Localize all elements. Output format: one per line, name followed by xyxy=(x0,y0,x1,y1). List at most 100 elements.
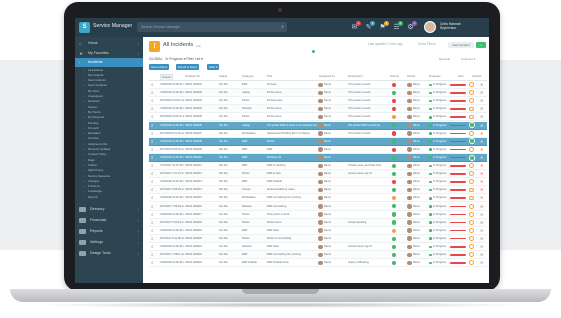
clock-icon[interactable] xyxy=(469,90,474,96)
search-icon[interactable]: ⌕ xyxy=(151,147,154,153)
sidebar-item-financials[interactable]: Financials › xyxy=(75,215,143,226)
export-chip[interactable]: Export to Excel xyxy=(176,64,199,70)
incident-id[interactable]: INC01-000004 xyxy=(185,105,218,113)
table-row[interactable]: ⌕ 7/26/2019 10:02:36 amINC01-000015Not Se… xyxy=(149,194,487,203)
column-search-field[interactable]: Search xyxy=(160,73,174,81)
user-avatar[interactable] xyxy=(424,21,436,33)
search-icon[interactable]: ⌕ xyxy=(151,123,154,129)
search-icon[interactable]: ⌕ xyxy=(151,179,154,185)
edit-icon[interactable]: ✎ 3 xyxy=(363,21,375,33)
clock-icon[interactable] xyxy=(469,138,475,145)
user-info[interactable]: Chris Hannah Supervisor xyxy=(440,22,461,30)
search-icon[interactable]: ⌕ xyxy=(151,260,154,266)
column-header-assigned[interactable]: Assigned To xyxy=(319,73,335,80)
gear-icon[interactable]: ⚙ 1 xyxy=(405,21,417,33)
search-icon[interactable]: ⌕ xyxy=(281,22,284,32)
add-button[interactable]: + xyxy=(476,42,486,48)
sidebar-item-incidents[interactable]: ! Incidents › xyxy=(75,58,143,67)
delete-icon[interactable]: ✕ xyxy=(480,251,483,259)
table-row[interactable]: ⌕ 7/26/2019 10:02:36 amINC01-000006Not Se… xyxy=(149,121,487,130)
table-row[interactable]: ⌕ 6/27/2017 8:11:08 am INC01-000020 Not Set… xyxy=(149,234,487,243)
clock-icon[interactable] xyxy=(469,228,474,233)
column-header-sla[interactable]: SLA xyxy=(458,73,463,80)
column-header-description[interactable]: Description xyxy=(348,73,362,80)
delete-icon[interactable]: ✕ xyxy=(480,170,483,178)
clock-icon[interactable] xyxy=(469,203,474,209)
sidebar-item-my-favorites[interactable]: ★ My Favorites › xyxy=(75,49,143,58)
clock-icon[interactable] xyxy=(469,130,474,136)
clock-icon[interactable] xyxy=(469,236,474,241)
search-icon[interactable]: ⌕ xyxy=(151,220,154,226)
incident-id[interactable]: INC01-000013 xyxy=(185,178,218,186)
search-icon[interactable]: ⌕ xyxy=(151,204,154,210)
clock-icon[interactable] xyxy=(469,244,474,250)
table-row[interactable]: ⌕ 6/27/2019 8:11:30 am INC01-000007 Not Set… xyxy=(149,129,487,138)
delete-icon[interactable]: ✕ xyxy=(480,186,483,194)
delete-icon[interactable]: ✕ xyxy=(480,162,483,170)
search-icon[interactable]: ⌕ xyxy=(151,98,154,104)
incident-id[interactable]: INC01-000019 xyxy=(185,227,218,235)
clock-icon[interactable] xyxy=(469,211,474,217)
clock-icon[interactable] xyxy=(469,82,474,88)
table-row[interactable]: ⌕ 7/26/2019 10:02:36 amINC01-000002Not Se… xyxy=(149,89,487,98)
delete-icon[interactable]: ✕ xyxy=(480,105,483,113)
incident-id[interactable]: INC01-000015 xyxy=(185,194,218,202)
column-header-created[interactable]: Created On xyxy=(185,73,200,80)
clock-icon[interactable] xyxy=(469,195,474,201)
delete-icon[interactable]: ✕ xyxy=(480,97,483,105)
incident-id[interactable]: INC01-000011 xyxy=(185,162,218,170)
filter-line[interactable]: GLOBAL · In Progress ▾ Filter List ▾ xyxy=(149,57,203,61)
table-row[interactable]: ⌕ 6/27/2017 7:08:11 am INC01-000022 Not Set… xyxy=(149,251,487,260)
incident-id[interactable]: INC01-000008 xyxy=(185,138,218,146)
search-icon[interactable]: ⌕ xyxy=(151,114,154,120)
sidebar-item-settings[interactable]: Settings › xyxy=(75,237,143,248)
clock-icon[interactable] xyxy=(469,147,474,152)
table-row[interactable]: ⌕ 6/27/2019 3:00:11 am INC01-000003 Not Set… xyxy=(149,97,487,106)
table-row[interactable]: ⌕ 6/27/2017 7:41:07 am INC01-000012 Not Set… xyxy=(149,170,487,179)
clock-icon[interactable] xyxy=(469,106,474,112)
table-row[interactable]: ⌕ 7/27/2017 10:07:49 amINC01-000011Not Se… xyxy=(149,162,487,171)
search-icon[interactable]: ⌕ xyxy=(151,195,154,201)
column-header-category[interactable]: Category xyxy=(242,73,254,80)
clock-icon[interactable] xyxy=(469,219,474,225)
mail-icon[interactable]: ✉ 1 xyxy=(349,21,361,33)
delete-icon[interactable]: ✕ xyxy=(480,81,483,89)
search-icon[interactable]: ⌕ xyxy=(151,171,154,177)
incident-id[interactable]: INC01-000001 xyxy=(185,81,218,89)
search-icon[interactable]: ⌕ xyxy=(151,131,154,137)
menu-icon[interactable]: ☰ 4 xyxy=(391,21,403,33)
incident-id[interactable]: INC01-000018 xyxy=(185,219,218,227)
records-link[interactable]: Records xyxy=(439,57,450,61)
table-row[interactable]: ⌕ 6/27/2017 9:06:29 am INC01-000014 Not Set… xyxy=(149,186,487,195)
clock-icon[interactable] xyxy=(469,122,475,129)
incident-id[interactable]: INC01-000010 xyxy=(185,154,218,162)
table-row[interactable]: ⌕ 7/26/2019 10:02:36 amINC01-000017Not Se… xyxy=(149,210,487,219)
column-header-actions[interactable]: Actions xyxy=(472,73,481,80)
delete-icon[interactable]: ✕ xyxy=(480,243,483,251)
column-header-status[interactable]: Status xyxy=(219,73,227,80)
incident-id[interactable]: INC01-000021 xyxy=(185,243,218,251)
column-header-priority[interactable]: Priority xyxy=(390,73,399,80)
column-header-progress[interactable]: Progress xyxy=(429,73,441,80)
delete-icon[interactable]: ✕ xyxy=(480,211,483,219)
clock-icon[interactable] xyxy=(469,179,474,185)
sidebar-item-home[interactable]: ⌂ Home › xyxy=(75,39,143,48)
delete-icon[interactable]: ✕ xyxy=(480,235,483,243)
app-logo[interactable]: S xyxy=(79,22,90,33)
search-icon[interactable]: ⌕ xyxy=(151,139,154,145)
clock-icon[interactable] xyxy=(469,163,474,169)
table-row[interactable]: ⌕ 6/27/2019 11:02:11 am INC01-000005 Not Se… xyxy=(149,113,487,122)
delete-icon[interactable]: ✕ xyxy=(480,89,483,97)
search-icon[interactable]: ⌕ xyxy=(151,163,154,169)
clock-icon[interactable] xyxy=(469,154,475,161)
incident-id[interactable]: INC01-000006 xyxy=(185,122,218,130)
delete-icon[interactable]: ✕ xyxy=(480,227,483,235)
delete-icon[interactable]: ✕ xyxy=(480,219,483,227)
search-icon[interactable]: ⌕ xyxy=(151,82,154,88)
table-row[interactable]: ⌕ 7/26/2019 10:02:36 amINC01-000021Not Se… xyxy=(149,243,487,252)
search-icon[interactable]: ⌕ xyxy=(151,228,154,234)
incident-id[interactable]: INC01-000016 xyxy=(185,203,218,211)
delete-icon[interactable]: ✕ xyxy=(480,130,483,138)
table-row[interactable]: ⌕ 7/26/2019 10:02:36 amINC01-000010Not Se… xyxy=(149,153,487,162)
search-icon[interactable]: ⌕ xyxy=(151,244,154,250)
